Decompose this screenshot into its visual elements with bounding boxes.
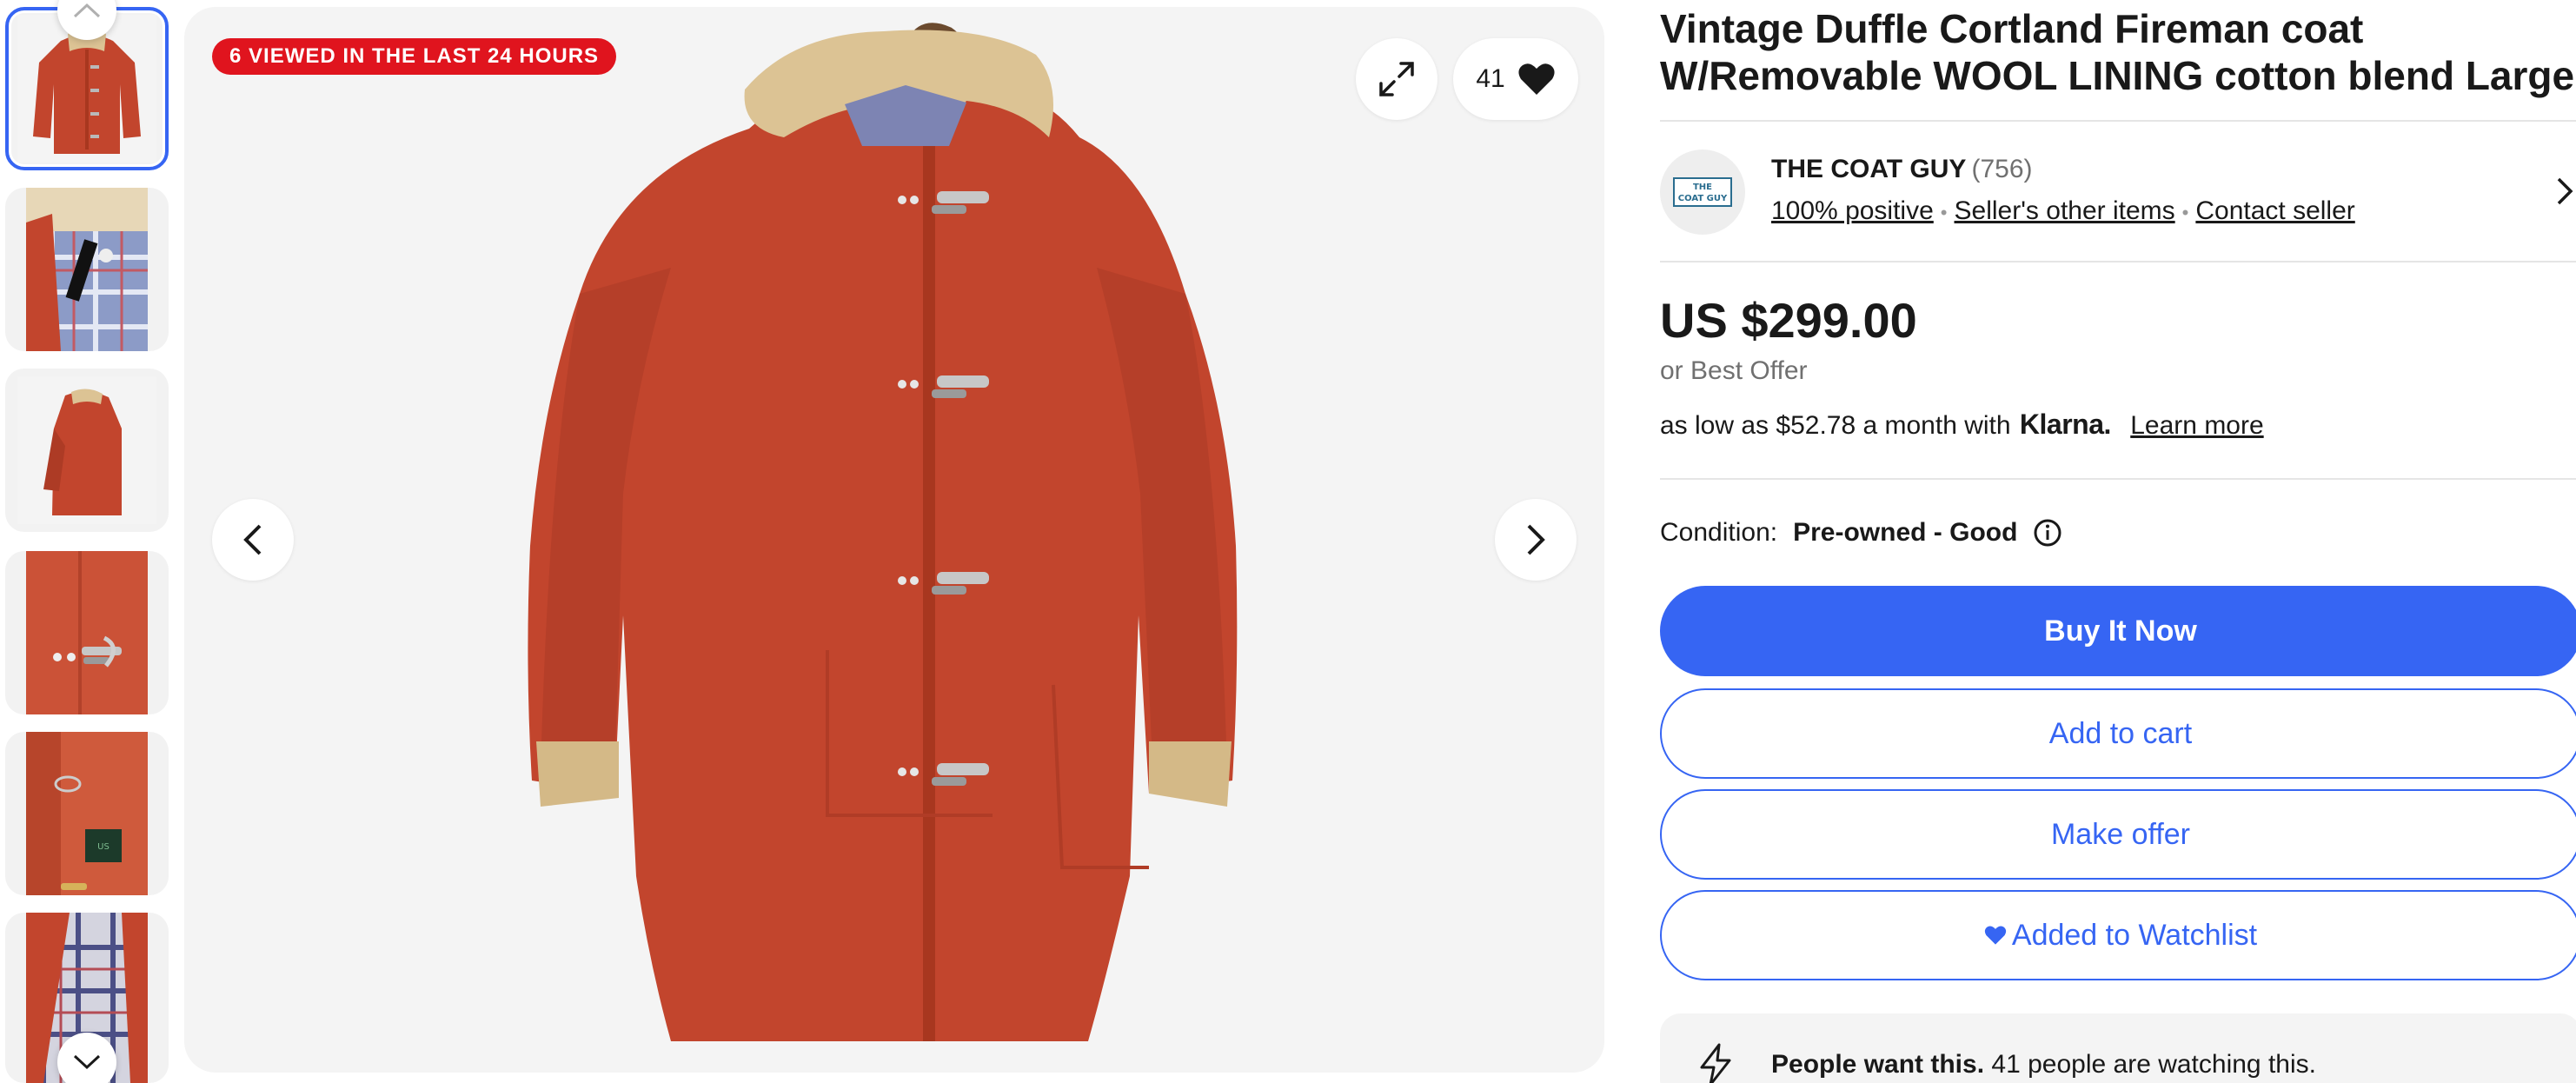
condition-row: Condition: Pre-owned - Good xyxy=(1660,518,2062,548)
watchlist-button[interactable]: Added to Watchlist xyxy=(1660,890,2576,980)
svg-text:US: US xyxy=(97,842,110,852)
seller-card[interactable]: THE COAT GUY THE COAT GUY (756) 100% posi… xyxy=(1660,148,2576,235)
chevron-down-icon xyxy=(73,1054,101,1070)
info-icon[interactable] xyxy=(2033,518,2062,548)
learn-more-link[interactable]: Learn more xyxy=(2130,411,2263,440)
seller-logo: THE COAT GUY xyxy=(1660,149,1745,235)
financing-row: as low as $52.78 a month with Klarna. Le… xyxy=(1660,409,2264,441)
heart-icon xyxy=(1518,63,1555,95)
seller-positive-link[interactable]: 100% positive xyxy=(1771,196,1934,225)
heart-icon xyxy=(1984,926,2007,945)
main-image-viewer[interactable]: 6 VIEWED IN THE LAST 24 HOURS 41 xyxy=(184,7,1604,1073)
listing-title: Vintage Duffle Cortland Fireman coat W/R… xyxy=(1660,6,2575,98)
thumbnail-strip: US xyxy=(0,0,174,1083)
thumbnail-coat-clasp-detail[interactable] xyxy=(5,551,169,714)
watch-count: 41 xyxy=(1476,64,1505,93)
watch-count-button[interactable]: 41 xyxy=(1453,38,1578,120)
watchlist-label: Added to Watchlist xyxy=(2011,918,2258,952)
separator-dot: • xyxy=(2181,202,2189,223)
next-image-button[interactable] xyxy=(1495,499,1577,581)
chevron-right-icon[interactable] xyxy=(2555,176,2574,207)
social-proof-headline: People want this. xyxy=(1771,1050,1985,1079)
add-to-cart-button[interactable]: Add to cart xyxy=(1660,688,2576,779)
thumbnail-coat-side[interactable] xyxy=(5,369,169,532)
seller-name: THE COAT GUY xyxy=(1771,155,1967,183)
contact-seller-link[interactable]: Contact seller xyxy=(2195,196,2354,225)
views-badge: 6 VIEWED IN THE LAST 24 HOURS xyxy=(212,38,617,75)
thumbnail-coat-collar-lining[interactable] xyxy=(5,188,169,351)
seller-name-row: THE COAT GUY (756) xyxy=(1771,155,2033,184)
chevron-right-icon xyxy=(1527,524,1545,555)
klarna-logo: Klarna. xyxy=(2019,409,2111,440)
seller-feedback-count: (756) xyxy=(1971,155,2033,183)
thumbnail-coat-label[interactable]: US xyxy=(5,732,169,895)
best-offer-note: or Best Offer xyxy=(1660,356,1808,385)
social-proof-detail: 41 people are watching this. xyxy=(1991,1050,2316,1079)
social-proof-banner: People want this. 41 people are watching… xyxy=(1660,1013,2576,1083)
svg-text:COAT GUY: COAT GUY xyxy=(1678,194,1728,203)
separator-dot: • xyxy=(1940,202,1948,223)
divider xyxy=(1660,478,2576,480)
seller-links: 100% positive • Seller's other items • Conta… xyxy=(1771,196,2355,226)
financing-text: as low as $52.78 a month with xyxy=(1660,411,2011,440)
buy-it-now-button[interactable]: Buy It Now xyxy=(1660,586,2576,676)
chevron-left-icon xyxy=(243,524,262,555)
lightning-icon xyxy=(1700,1043,1731,1083)
divider xyxy=(1660,261,2576,262)
previous-image-button[interactable] xyxy=(212,499,294,581)
price: US $299.00 xyxy=(1660,293,1917,348)
condition-value: Pre-owned - Good xyxy=(1793,518,2018,547)
svg-text:THE: THE xyxy=(1693,183,1712,192)
chevron-up-icon xyxy=(73,3,101,18)
expand-icon xyxy=(1379,62,1414,96)
product-image-coat xyxy=(528,23,1238,1041)
listing-info-panel: Vintage Duffle Cortland Fireman coat W/R… xyxy=(1660,0,2576,1083)
divider xyxy=(1660,120,2576,122)
seller-other-items-link[interactable]: Seller's other items xyxy=(1955,196,2175,225)
make-offer-button[interactable]: Make offer xyxy=(1660,789,2576,880)
fullscreen-button[interactable] xyxy=(1356,38,1437,120)
social-proof-text: People want this. 41 people are watching… xyxy=(1771,1050,2316,1080)
condition-label: Condition: xyxy=(1660,518,1778,547)
